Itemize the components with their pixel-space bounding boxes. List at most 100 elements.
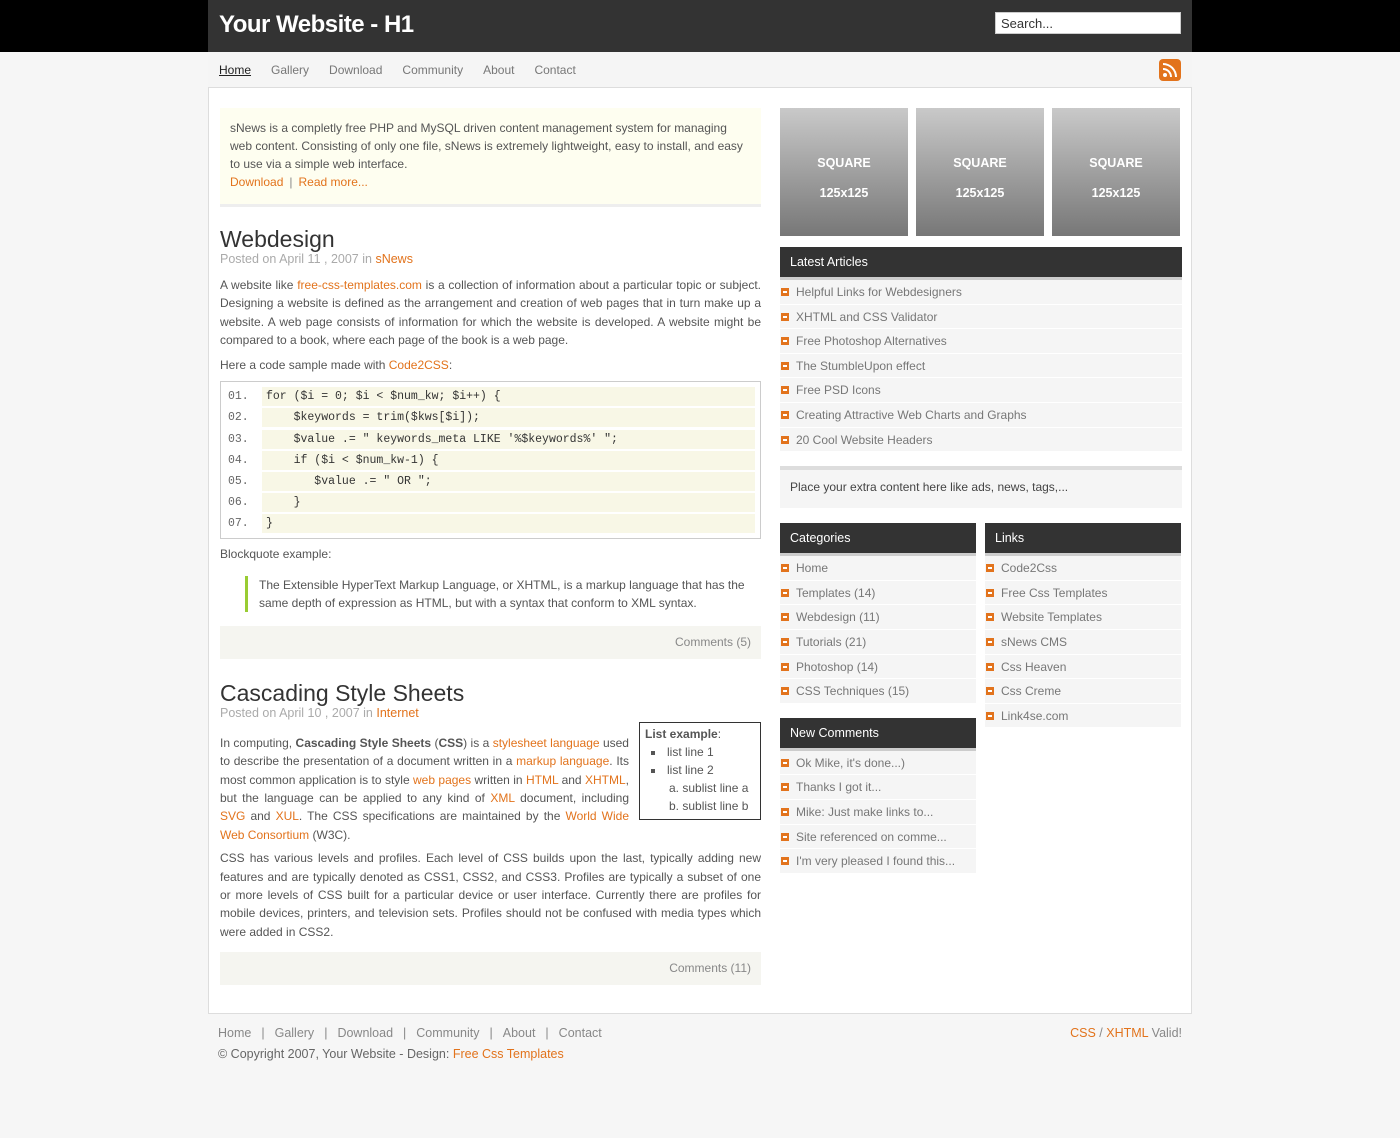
text: 125x125 xyxy=(819,186,869,200)
footer-link-contact[interactable]: Contact xyxy=(559,1026,602,1040)
list-item[interactable]: Site referenced on comme... xyxy=(780,824,976,850)
markup-language-link[interactable]: markup language xyxy=(516,754,609,768)
bullet-icon xyxy=(781,857,789,866)
web-pages-link[interactable]: web pages xyxy=(413,773,471,787)
text: SQUARE xyxy=(817,156,871,170)
categories-box: Categories Home Templates (14) Webdesign… xyxy=(780,523,976,704)
list-item[interactable]: Templates (14) xyxy=(780,580,976,606)
text: written in xyxy=(474,772,523,787)
ad-square[interactable]: SQUARE 125x125 xyxy=(916,108,1044,236)
ad-square[interactable]: SQUARE 125x125 xyxy=(1052,108,1180,236)
bullet-icon xyxy=(781,588,789,597)
html-link[interactable]: HTML xyxy=(526,773,558,787)
nav-download[interactable]: Download xyxy=(329,63,382,77)
svg-link[interactable]: SVG xyxy=(220,809,245,823)
ad-squares: SQUARE 125x125 SQUARE 125x125 SQUARE 125x12… xyxy=(780,108,1182,236)
text: Cascading Style Sheets xyxy=(295,735,432,750)
xml-link[interactable]: XML xyxy=(490,791,514,805)
text: 125x125 xyxy=(1091,186,1141,200)
text: List example xyxy=(645,726,718,741)
post-paragraph: CSS has various levels and profiles. Eac… xyxy=(220,851,761,939)
text: Css Heaven xyxy=(1001,659,1067,674)
text: : xyxy=(717,726,722,741)
list-item[interactable]: 20 Cool Website Headers xyxy=(780,427,1182,453)
list-item[interactable]: Free Photoshop Alternatives xyxy=(780,329,1182,354)
list-item[interactable]: Free Css Templates xyxy=(985,580,1181,606)
list-item[interactable]: The StumbleUpon effect xyxy=(780,353,1182,379)
nav-gallery[interactable]: Gallery xyxy=(271,63,309,77)
list-item[interactable]: XHTML and CSS Validator xyxy=(780,304,1182,330)
free-css-templates-link[interactable]: free-css-templates.com xyxy=(297,278,422,292)
text: : xyxy=(448,357,453,372)
download-link[interactable]: Download xyxy=(230,175,283,189)
list-item[interactable]: Home xyxy=(780,556,976,581)
footer-link-gallery[interactable]: Gallery xyxy=(275,1026,315,1040)
comments-link[interactable]: Comments (11) xyxy=(220,952,761,986)
nav-home[interactable]: Home xyxy=(219,63,251,77)
design-credit-link[interactable]: Free Css Templates xyxy=(453,1047,564,1061)
blockquote: The Extensible HyperText Markup Language… xyxy=(245,575,761,612)
separator: | xyxy=(545,1026,549,1040)
list-item[interactable]: Webdesign (11) xyxy=(780,605,976,630)
box-title: New Comments xyxy=(780,717,976,751)
text: Templates (14) xyxy=(796,585,876,600)
ad-square[interactable]: SQUARE 125x125 xyxy=(780,108,908,236)
list-item[interactable]: Creating Attractive Web Charts and Graph… xyxy=(780,402,1182,428)
comments-link[interactable]: Comments (5) xyxy=(220,625,761,659)
code2css-link[interactable]: Code2CSS xyxy=(389,358,449,372)
site-title[interactable]: Your Website - H1 xyxy=(219,11,414,39)
nav-community[interactable]: Community xyxy=(402,63,463,77)
css-valid-link[interactable]: CSS xyxy=(1070,1026,1096,1040)
text: Css Creme xyxy=(1001,684,1062,699)
post-title[interactable]: Webdesign xyxy=(220,226,761,252)
list-item[interactable]: Website Templates xyxy=(985,605,1181,630)
footer-link-home[interactable]: Home xyxy=(218,1026,251,1040)
nav-contact[interactable]: Contact xyxy=(534,63,575,77)
list-item[interactable]: Thanks I got it... xyxy=(780,775,976,800)
nav-about[interactable]: About xyxy=(483,63,514,77)
footer-link-download[interactable]: Download xyxy=(337,1026,393,1040)
list-item[interactable]: sNews CMS xyxy=(985,629,1181,655)
box-title: Links xyxy=(985,523,1181,557)
text: Free PSD Icons xyxy=(796,383,881,398)
rss-icon[interactable] xyxy=(1159,59,1181,81)
code-text: $value .= " keywords_meta LIKE '%$keywor… xyxy=(262,429,755,449)
text: / xyxy=(1099,1026,1103,1040)
text: 20 Cool Website Headers xyxy=(796,432,933,447)
text: Free Css Templates xyxy=(1001,585,1108,600)
list-item[interactable]: Tutorials (21) xyxy=(780,629,976,655)
list-item[interactable]: Css Heaven xyxy=(985,654,1181,680)
xhtml-link[interactable]: XHTML xyxy=(585,773,626,787)
bullet-icon xyxy=(781,386,789,395)
read-more-link[interactable]: Read more... xyxy=(299,175,368,189)
post-category-link[interactable]: Internet xyxy=(376,706,418,720)
list-item[interactable]: Helpful Links for Webdesigners xyxy=(780,280,1182,305)
search-input[interactable] xyxy=(995,12,1181,34)
list-item[interactable]: Code2Css xyxy=(985,556,1181,581)
bullet-icon xyxy=(781,687,789,696)
list-item[interactable]: CSS Techniques (15) xyxy=(780,679,976,704)
post-title[interactable]: Cascading Style Sheets xyxy=(220,680,761,706)
line-number: 06. xyxy=(228,496,249,510)
list-item[interactable]: Mike: Just make links to... xyxy=(780,799,976,825)
text: In computing, xyxy=(220,735,293,750)
xul-link[interactable]: XUL xyxy=(276,809,299,823)
stylesheet-language-link[interactable]: stylesheet language xyxy=(493,736,600,750)
list-item[interactable]: Css Creme xyxy=(985,679,1181,704)
list-item[interactable]: I'm very pleased I found this... xyxy=(780,849,976,874)
list-item[interactable]: Ok Mike, it's done...) xyxy=(780,750,976,776)
text: Mike: Just make links to... xyxy=(796,804,934,819)
list-item[interactable]: Photoshop (14) xyxy=(780,654,976,680)
box-title: Latest Articles xyxy=(780,247,1182,280)
footer-link-about[interactable]: About xyxy=(503,1026,536,1040)
post-meta: Posted on April 10 , 2007 in Internet xyxy=(220,706,761,720)
xhtml-valid-link[interactable]: XHTML xyxy=(1106,1026,1148,1040)
bullet-icon xyxy=(986,711,994,720)
footer-link-community[interactable]: Community xyxy=(416,1026,479,1040)
text: Webdesign (11) xyxy=(796,610,880,625)
list-item[interactable]: Free PSD Icons xyxy=(780,378,1182,403)
text: Creating Attractive Web Charts and Graph… xyxy=(796,407,1027,422)
list-item[interactable]: Link4se.com xyxy=(985,703,1181,729)
post-category-link[interactable]: sNews xyxy=(375,252,413,266)
bullet-icon xyxy=(781,662,789,671)
